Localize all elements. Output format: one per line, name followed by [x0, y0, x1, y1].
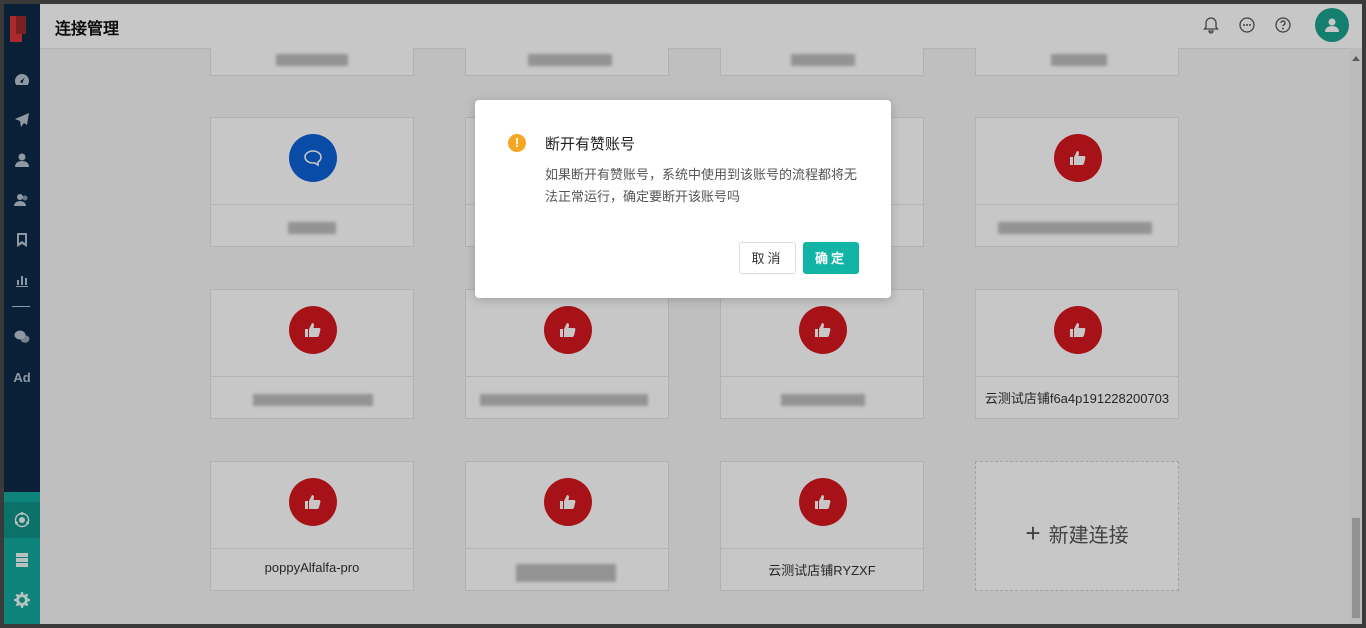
confirm-button[interactable]: 确定: [803, 242, 859, 274]
dialog-message: 如果断开有赞账号，系统中使用到该账号的流程都将无法正常运行，确定要断开该账号吗: [545, 167, 858, 204]
app-window: Ad 连接管理 云测试店铺f6a4p191228200703 poppyAlfa…: [4, 4, 1362, 624]
modal-overlay[interactable]: [4, 4, 1362, 624]
confirm-dialog: ! 断开有赞账号 如果断开有赞账号，系统中使用到该账号的流程都将无法正常运行，确…: [475, 100, 891, 298]
warning-icon: !: [508, 134, 526, 152]
cancel-button[interactable]: 取消: [739, 242, 796, 274]
dialog-title: 断开有赞账号: [545, 136, 636, 153]
